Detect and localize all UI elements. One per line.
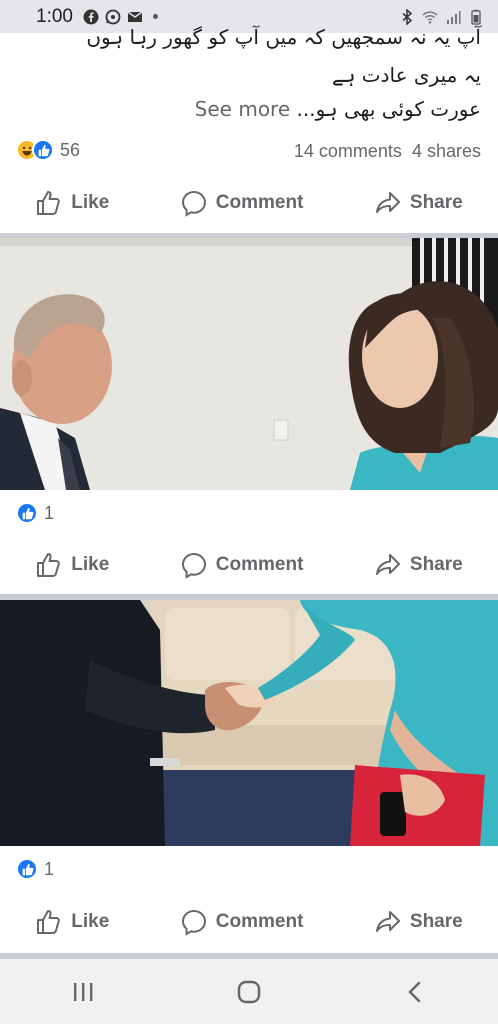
post-text-line: آپ یہ نہ سمجھیں کہ میں آپ کو گھور رہا ہو…: [86, 25, 481, 49]
battery-icon: [471, 9, 481, 25]
system-nav-bar: [0, 959, 498, 1024]
comment-button[interactable]: Comment: [180, 551, 303, 579]
recent-apps-button[interactable]: [53, 972, 113, 1012]
status-time: 1:00: [36, 5, 73, 27]
post-card: 1 Like Comment Share: [0, 600, 498, 953]
reaction-summary[interactable]: 1: [16, 857, 54, 881]
post-text-line: عورت کوئی بھی ہو... See more: [194, 97, 481, 121]
recent-apps-icon: [74, 982, 93, 1001]
reaction-summary[interactable]: 1: [16, 501, 54, 525]
photo-scene: [0, 238, 498, 490]
post-text-line: یہ میری عادت ہے: [332, 63, 481, 87]
signal-icon: [447, 10, 461, 24]
share-button[interactable]: Share: [374, 189, 463, 217]
home-icon: [237, 980, 261, 1003]
thumbs-up-icon: [37, 910, 61, 934]
like-button[interactable]: Like: [35, 189, 109, 217]
comment-bubble-icon: [181, 909, 206, 936]
engagement-counts: 14 comments 4 shares: [294, 141, 481, 162]
thumbs-up-icon: [37, 553, 61, 577]
back-chevron-icon: [408, 981, 421, 1002]
action-bar: Like Comment Share: [0, 183, 498, 223]
shares-count[interactable]: 4 shares: [412, 141, 481, 161]
share-button[interactable]: Share: [374, 551, 463, 579]
whatsapp-icon: [105, 9, 121, 24]
comments-count[interactable]: 14 comments: [294, 141, 402, 161]
share-arrow-icon: [375, 911, 400, 932]
share-arrow-icon: [375, 554, 400, 575]
mail-icon: [127, 10, 143, 22]
comment-bubble-icon: [181, 190, 206, 217]
reaction-summary[interactable]: 56: [16, 138, 80, 162]
like-reaction-icon: [16, 858, 38, 880]
notification-dot: [152, 14, 158, 19]
like-button[interactable]: Like: [35, 551, 109, 579]
back-button[interactable]: [385, 972, 445, 1012]
thumbs-up-icon: [37, 191, 61, 215]
reaction-count: 56: [60, 139, 81, 160]
comment-button[interactable]: Comment: [180, 908, 303, 936]
home-button[interactable]: [219, 972, 279, 1012]
reaction-count: 1: [44, 858, 55, 879]
comment-button[interactable]: Comment: [180, 189, 303, 217]
woman-figure: [348, 281, 498, 490]
post-photo[interactable]: [0, 600, 498, 846]
like-button[interactable]: Like: [35, 908, 109, 936]
share-button[interactable]: Share: [374, 908, 463, 936]
post-card: آپ یہ نہ سمجھیں کہ میں آپ کو گھور رہا ہو…: [0, 25, 498, 233]
like-reaction-icon: [32, 139, 54, 161]
action-bar: Like Comment Share: [0, 902, 498, 942]
see-more-link[interactable]: See more: [195, 97, 290, 121]
facebook-icon: [83, 9, 99, 24]
wifi-icon: [422, 10, 438, 24]
post-card: 1 Like Comment Share: [0, 238, 498, 594]
bluetooth-icon: [402, 8, 413, 25]
post-photo[interactable]: [0, 238, 498, 490]
like-reaction-icon: [16, 502, 38, 524]
photo-scene: [0, 600, 498, 846]
comment-bubble-icon: [181, 552, 206, 579]
action-bar: Like Comment Share: [0, 545, 498, 585]
reaction-count: 1: [44, 502, 55, 523]
share-arrow-icon: [375, 192, 400, 213]
